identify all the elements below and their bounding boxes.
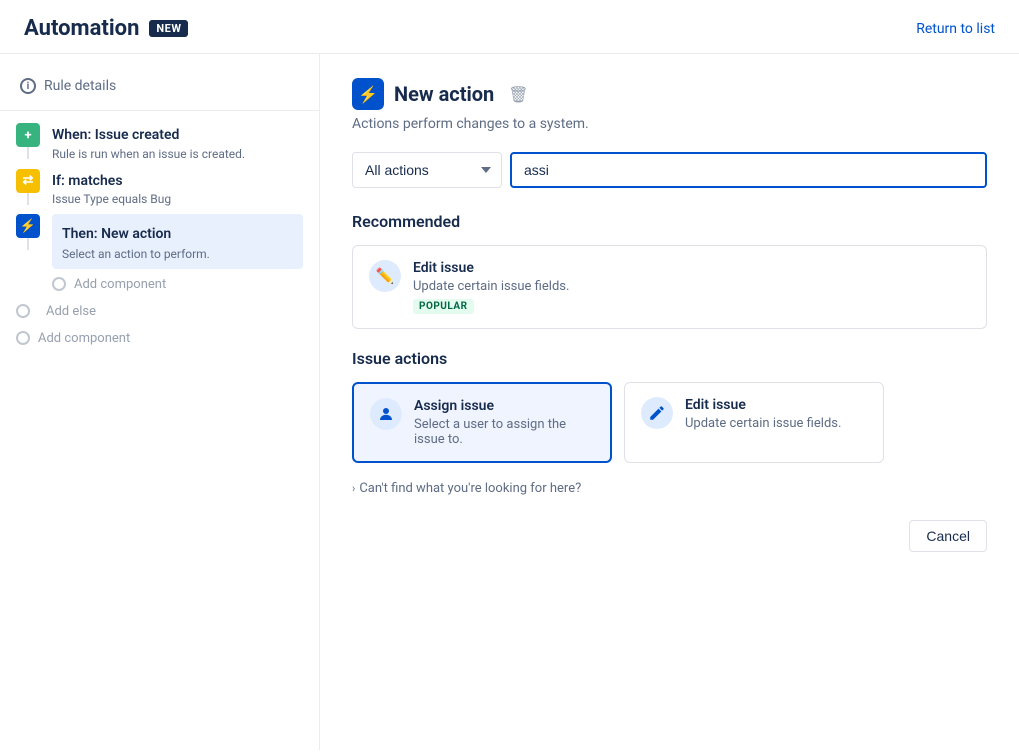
step-if-title: If: matches [52,169,303,192]
cancel-button[interactable]: Cancel [909,520,987,552]
step-when: + When: Issue created Rule is run when a… [16,123,303,169]
add-component-outer-circle [16,331,30,345]
then-active-box[interactable]: Then: New action Select an action to per… [52,214,303,269]
recommended-edit-issue-body: Edit issue Update certain issue fields. … [413,260,970,314]
when-icon: + [16,123,40,147]
return-to-list-link[interactable]: Return to list [916,21,995,37]
add-component-inner-label[interactable]: Add component [74,277,166,292]
issue-actions-grid: Assign issue Select a user to assign the… [352,382,987,463]
sidebar: i Rule details + When: Issue created Rul… [0,54,320,750]
assign-issue-card[interactable]: Assign issue Select a user to assign the… [352,382,612,463]
panel-title: New action [394,82,494,106]
cant-find-row: › Can't find what you're looking for her… [352,481,987,496]
add-else-circle [16,304,30,318]
search-row: All actionsIssue actionsProject actionsU… [352,152,987,188]
add-else-row[interactable]: Add else [16,300,303,323]
step-when-content: When: Issue created Rule is run when an … [40,123,303,169]
assign-issue-desc: Select a user to assign the issue to. [414,417,594,447]
add-else-label[interactable]: Add else [46,304,96,319]
edit-issue-title: Edit issue [685,397,867,413]
step-if-left: ⇄ [16,169,40,205]
step-when-desc: Rule is run when an issue is created. [52,147,303,161]
header-left: Automation NEW [24,16,188,41]
recommended-edit-issue-card[interactable]: ✏️ Edit issue Update certain issue field… [352,245,987,329]
rule-details-label: Rule details [44,78,116,94]
cant-find-text: Can't find what you're looking for here? [359,481,581,496]
lightning-icon-large: ⚡ [352,78,384,110]
category-select[interactable]: All actionsIssue actionsProject actionsU… [352,152,502,188]
issue-actions-section-title: Issue actions [352,349,987,368]
panel-footer: Cancel [352,520,987,552]
step-when-left: + [16,123,40,159]
recommended-edit-issue-icon: ✏️ [369,260,401,292]
action-search-input[interactable] [510,152,987,188]
step-if-desc: Issue Type equals Bug [52,192,303,206]
edit-issue-icon [641,397,673,429]
step-then: ⚡ Then: New action Select an action to p… [16,214,303,269]
app-header: Automation NEW Return to list [0,0,1019,54]
edit-issue-desc: Update certain issue fields. [685,416,867,431]
assign-issue-icon [370,398,402,430]
assign-issue-body: Assign issue Select a user to assign the… [414,398,594,447]
edit-issue-card[interactable]: Edit issue Update certain issue fields. [624,382,884,463]
main-layout: i Rule details + When: Issue created Rul… [0,54,1019,750]
step-then-left: ⚡ [16,214,40,250]
panel-subtitle: Actions perform changes to a system. [352,116,987,132]
right-panel: ⚡ New action 🗑 Actions perform changes t… [320,54,1019,750]
if-connector [27,193,29,205]
sidebar-flow: + When: Issue created Rule is run when a… [0,123,319,354]
then-icon: ⚡ [16,214,40,238]
when-connector [27,147,29,159]
add-component-inner[interactable]: Add component [16,269,303,300]
step-then-title: Then: New action [62,222,293,245]
step-if: ⇄ If: matches Issue Type equals Bug [16,169,303,215]
delete-icon[interactable]: 🗑 [508,85,528,104]
step-then-content: Then: New action Select an action to per… [40,214,303,269]
add-component-inner-circle [52,277,66,291]
recommended-section-title: Recommended [352,212,987,231]
new-badge: NEW [149,20,188,37]
cant-find-link[interactable]: › Can't find what you're looking for her… [352,481,987,496]
assign-issue-title: Assign issue [414,398,594,414]
recommended-edit-issue-desc: Update certain issue fields. [413,279,970,294]
add-component-outer[interactable]: Add component [16,323,303,354]
step-if-content: If: matches Issue Type equals Bug [40,169,303,215]
step-then-desc: Select an action to perform. [62,247,293,261]
app-title: Automation [24,16,139,41]
if-icon: ⇄ [16,169,40,193]
chevron-right-icon: › [352,482,355,495]
panel-header: ⚡ New action 🗑 [352,78,987,110]
rule-details-row[interactable]: i Rule details [0,70,319,111]
add-component-outer-label[interactable]: Add component [38,331,130,346]
popular-badge: POPULAR [413,299,474,314]
info-icon: i [20,78,36,94]
recommended-edit-issue-title: Edit issue [413,260,970,276]
edit-issue-body: Edit issue Update certain issue fields. [685,397,867,431]
step-when-title: When: Issue created [52,123,303,146]
then-connector [27,238,29,250]
